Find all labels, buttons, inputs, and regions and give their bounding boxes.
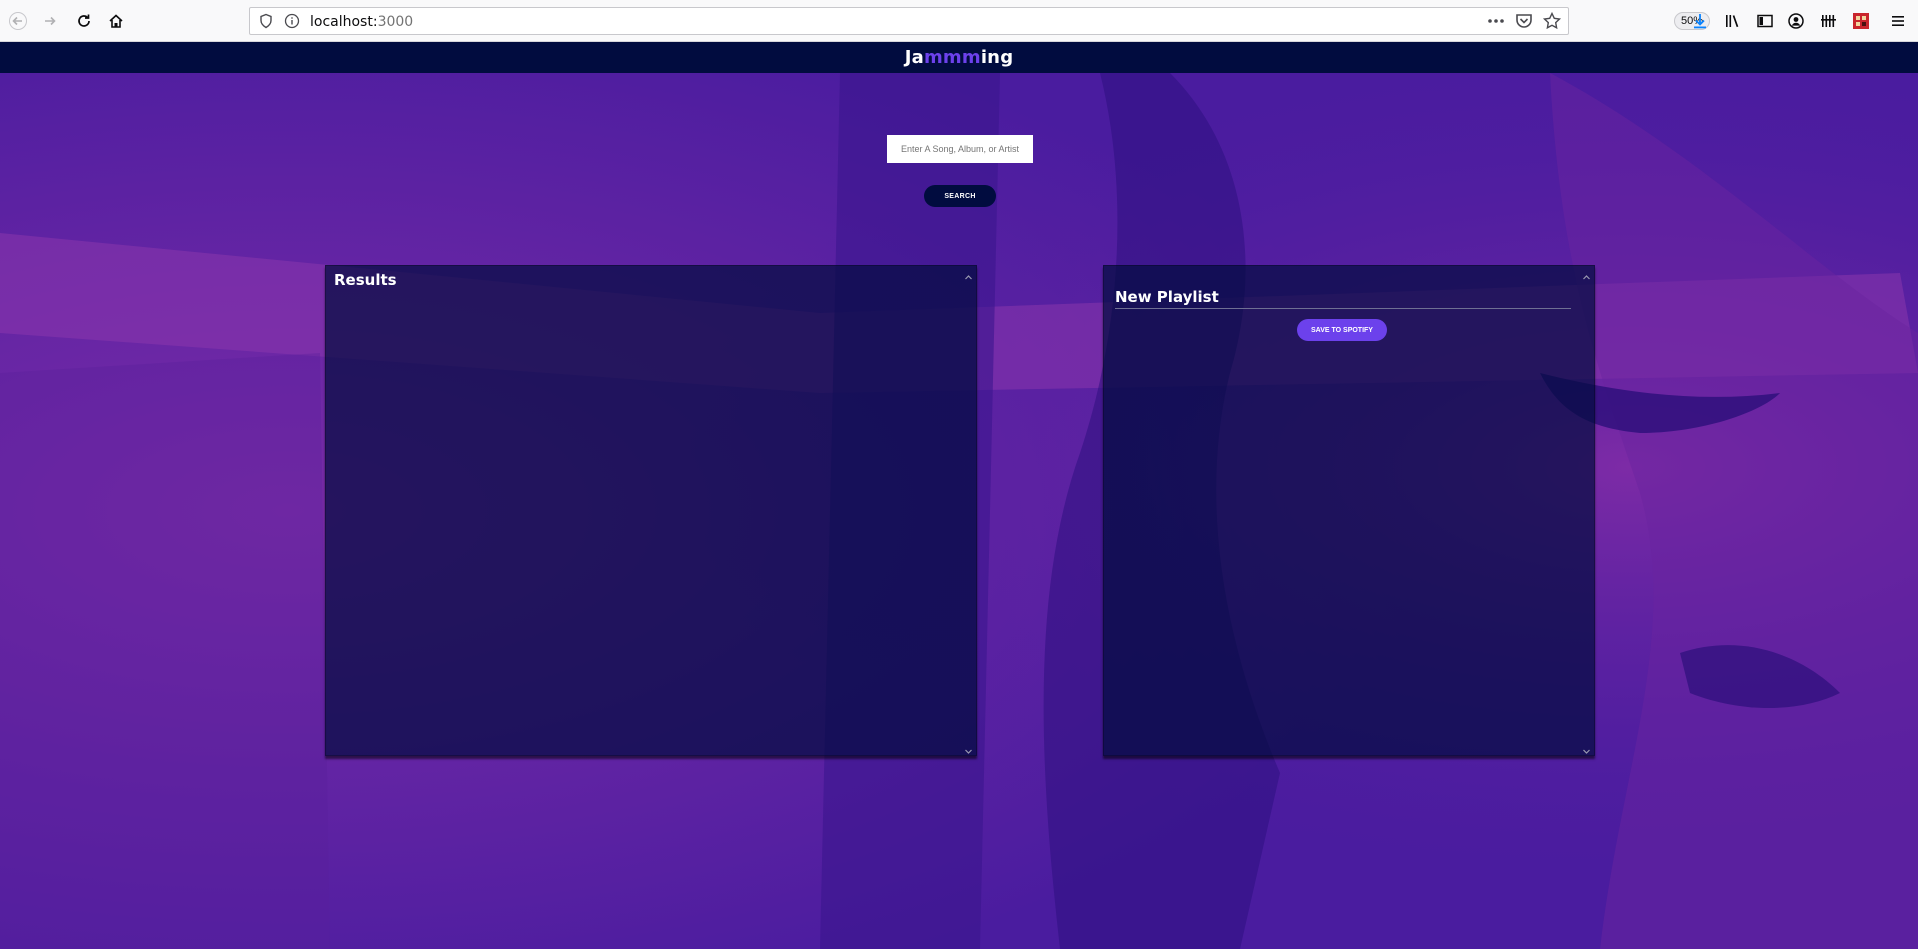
reload-button[interactable] <box>72 9 96 33</box>
forward-button[interactable] <box>38 9 62 33</box>
back-arrow-icon <box>9 12 27 30</box>
url-host: localhost: <box>310 14 378 30</box>
account-icon <box>1788 13 1804 29</box>
playlist-title-divider <box>1115 308 1571 309</box>
browser-toolbar: localhost:3000 50% <box>0 0 1918 42</box>
info-icon[interactable] <box>284 13 300 29</box>
app-stage: SEARCH Results New Playlist SAVE TO SPOT… <box>0 73 1918 949</box>
page-actions-icon[interactable] <box>1486 11 1506 31</box>
playlist-title[interactable]: New Playlist <box>1115 288 1219 306</box>
home-button[interactable] <box>104 9 128 33</box>
url-port: 3000 <box>377 14 414 30</box>
results-panel[interactable]: Results <box>325 265 977 756</box>
reload-icon <box>78 14 90 27</box>
download-icon <box>1694 14 1706 29</box>
app-header: Jammming <box>0 42 1918 73</box>
url-text[interactable]: localhost:3000 <box>310 14 413 30</box>
extension-bars-icon <box>1821 15 1836 27</box>
forward-arrow-icon <box>45 16 56 26</box>
extension-red-icon <box>1853 13 1869 29</box>
save-to-spotify-button[interactable]: SAVE TO SPOTIFY <box>1297 319 1387 341</box>
url-bar[interactable]: localhost:3000 50% <box>249 7 1711 35</box>
playlist-scroll-down[interactable] <box>1582 743 1591 754</box>
chevron-down-icon <box>1583 749 1590 754</box>
bookmark-star-icon[interactable] <box>1542 11 1562 31</box>
shield-icon[interactable] <box>258 13 274 29</box>
menu-button[interactable] <box>1886 9 1910 33</box>
chevron-up-icon <box>1583 275 1590 280</box>
chevron-down-icon <box>965 749 972 754</box>
logo-suffix: ing <box>980 47 1014 68</box>
sidebar-button[interactable] <box>1753 9 1777 33</box>
library-button[interactable] <box>1721 9 1745 33</box>
downloads-button[interactable] <box>1688 9 1712 33</box>
playlist-panel[interactable]: New Playlist SAVE TO SPOTIFY <box>1103 265 1595 756</box>
extension-red-button[interactable] <box>1849 9 1873 33</box>
logo-accent: mmm <box>923 47 981 68</box>
logo-prefix: Ja <box>904 47 924 68</box>
results-title: Results <box>334 271 397 289</box>
chevron-up-icon <box>965 275 972 280</box>
hamburger-menu-icon <box>1892 16 1904 26</box>
search-button[interactable]: SEARCH <box>924 185 996 207</box>
results-scroll-down[interactable] <box>964 743 973 754</box>
results-scroll-up[interactable] <box>964 269 973 280</box>
account-button[interactable] <box>1784 9 1808 33</box>
back-button[interactable] <box>6 9 30 33</box>
library-icon <box>1726 15 1739 28</box>
search-input[interactable] <box>887 135 1033 163</box>
sidebar-icon <box>1757 14 1773 28</box>
app-logo: Jammming <box>905 47 1014 68</box>
pocket-icon[interactable] <box>1514 11 1534 31</box>
home-icon <box>109 14 123 28</box>
playlist-scroll-up[interactable] <box>1582 269 1591 280</box>
extension-button[interactable] <box>1817 9 1841 33</box>
